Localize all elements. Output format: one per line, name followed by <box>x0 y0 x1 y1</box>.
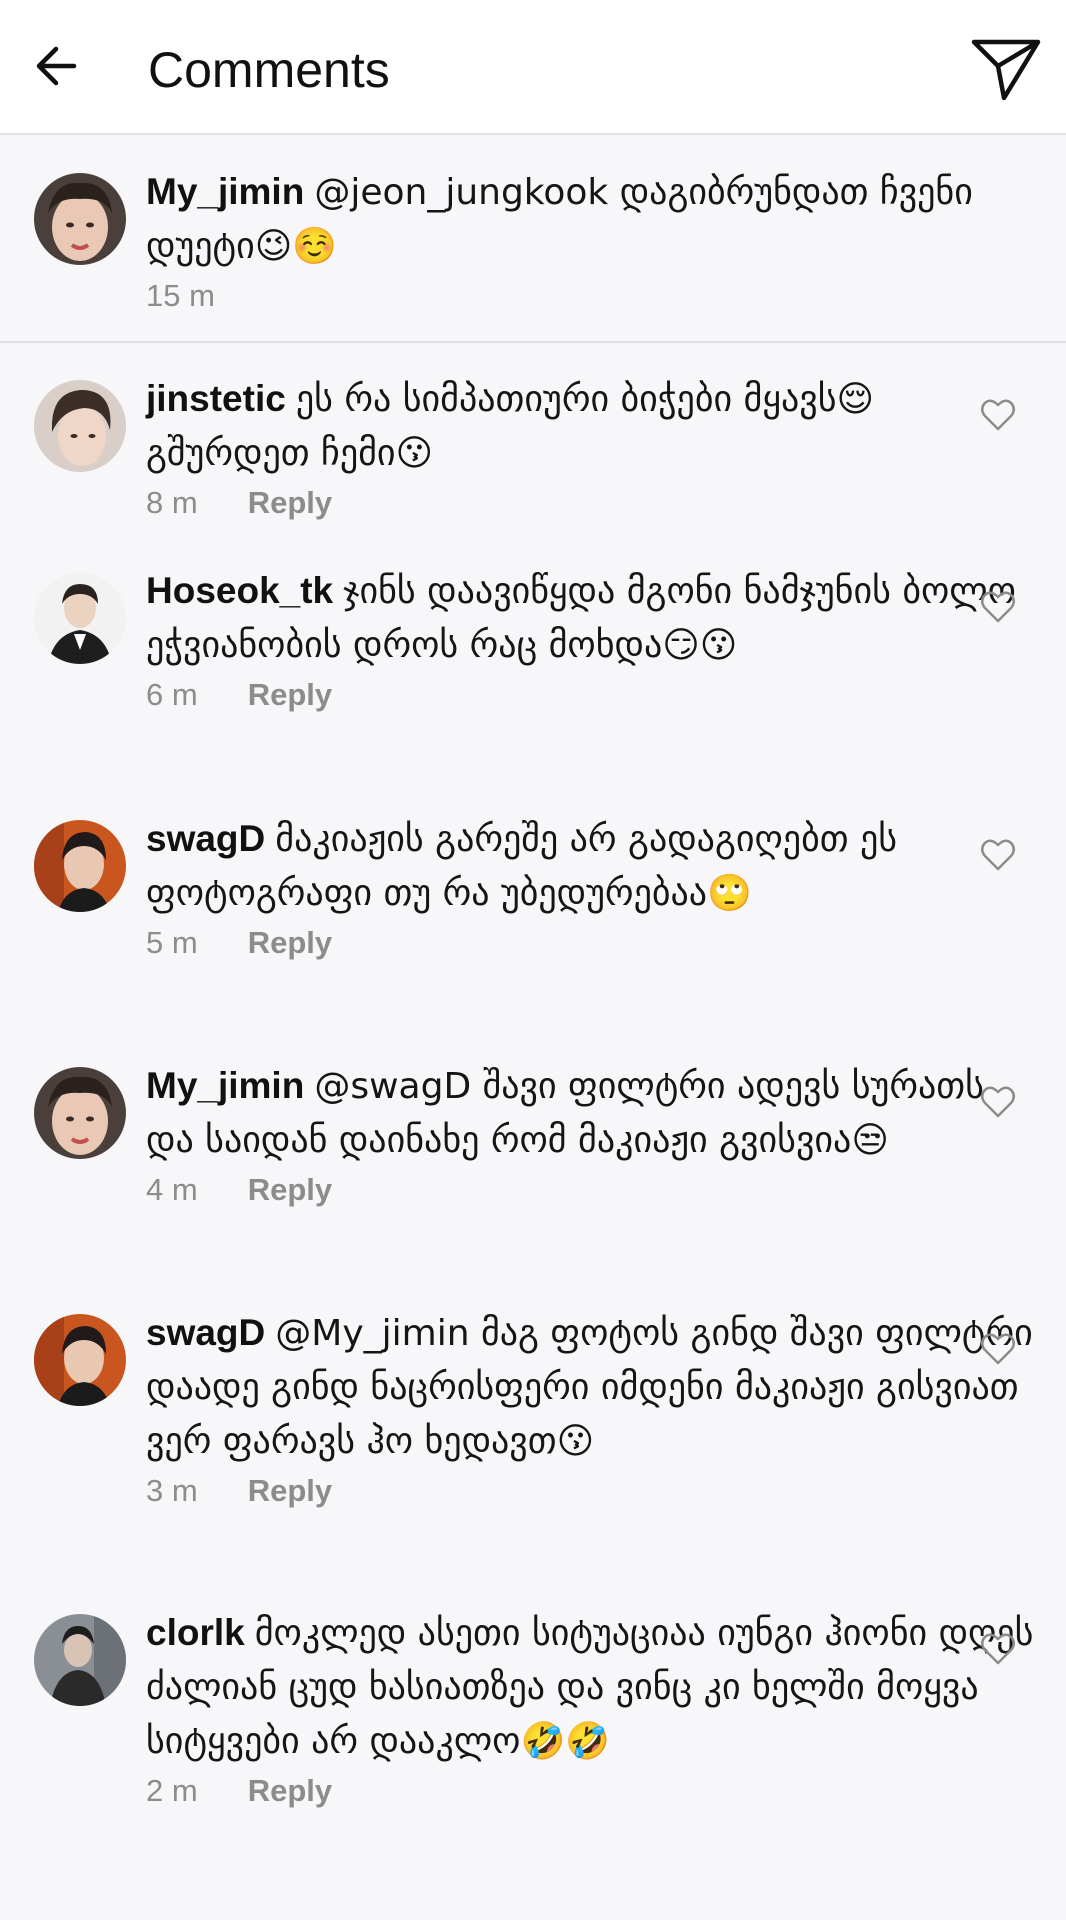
comment-time: 3 m <box>146 1473 198 1508</box>
heart-icon[interactable] <box>980 1332 1016 1366</box>
avatar[interactable] <box>34 1614 126 1706</box>
paper-plane-icon[interactable] <box>970 36 1042 102</box>
comment-body: Hoseok_tk ჯინს დაავიწყდა მგონი ნამჯუნის ბ… <box>146 564 1036 715</box>
reply-button[interactable]: Reply <box>248 1773 332 1808</box>
heart-icon[interactable] <box>980 1085 1016 1119</box>
reply-button[interactable]: Reply <box>248 677 332 712</box>
comment-time: 8 m <box>146 485 198 520</box>
reply-button[interactable]: Reply <box>248 485 332 520</box>
reply-button[interactable]: Reply <box>248 925 332 960</box>
avatar[interactable] <box>34 1067 126 1159</box>
comment-time: 6 m <box>146 677 198 712</box>
post-caption: My_jimin @jeon_jungkook დაგიბრუნდათ ჩვენი… <box>0 135 1066 343</box>
caption-time: 15 m <box>146 278 215 313</box>
comment-username[interactable]: Hoseok_tk <box>146 570 333 611</box>
caption-meta: 15 m <box>146 276 1046 316</box>
comment-body: swagD მაკიაჟის გარეშე არ გადაგიღებთ ეს ფო… <box>146 812 1036 963</box>
comment-time: 4 m <box>146 1172 198 1207</box>
comment-meta: 5 m Reply <box>146 923 1036 963</box>
comment-meta: 6 m Reply <box>146 675 1036 715</box>
heart-icon[interactable] <box>980 1632 1016 1666</box>
page-title: Comments <box>148 42 390 98</box>
comment-meta: 2 m Reply <box>146 1771 1036 1811</box>
comment-text: მოკლედ ასეთი სიტუაციაა იუნგი ჰიონი დღეს … <box>146 1613 1034 1762</box>
comment-body: clorlk მოკლედ ასეთი სიტუაციაა იუნგი ჰიონი… <box>146 1606 1036 1811</box>
reply-button[interactable]: Reply <box>248 1172 332 1207</box>
heart-icon[interactable] <box>980 838 1016 872</box>
comment-body: My_jimin @swagD შავი ფილტრი ადევს სურათს … <box>146 1059 1036 1210</box>
avatar[interactable] <box>34 173 126 265</box>
comment-meta: 4 m Reply <box>146 1170 1036 1210</box>
heart-icon[interactable] <box>980 398 1016 432</box>
comment-body: swagD @My_jimin მაგ ფოტოს გინდ შავი ფილტრ… <box>146 1306 1036 1511</box>
comment-meta: 8 m Reply <box>146 483 1036 523</box>
comment-meta: 3 m Reply <box>146 1471 1036 1511</box>
avatar[interactable] <box>34 572 126 664</box>
caption-body: My_jimin @jeon_jungkook დაგიბრუნდათ ჩვენი… <box>146 165 1046 316</box>
avatar[interactable] <box>34 820 126 912</box>
top-app-bar: Comments <box>0 0 1066 135</box>
comment-text: @My_jimin მაგ ფოტოს გინდ შავი ფილტრი დაა… <box>146 1313 1033 1462</box>
comment-username[interactable]: swagD <box>146 818 265 859</box>
comment-username[interactable]: jinstetic <box>146 378 286 419</box>
heart-icon[interactable] <box>980 590 1016 624</box>
comment-username[interactable]: clorlk <box>146 1612 245 1653</box>
comment-time: 5 m <box>146 925 198 960</box>
avatar[interactable] <box>34 1314 126 1406</box>
caption-username[interactable]: My_jimin <box>146 171 304 212</box>
comment-username[interactable]: My_jimin <box>146 1065 304 1106</box>
reply-button[interactable]: Reply <box>248 1473 332 1508</box>
comment-username[interactable]: swagD <box>146 1312 265 1353</box>
avatar[interactable] <box>34 380 126 472</box>
comment-time: 2 m <box>146 1773 198 1808</box>
comment-body: jinstetic ეს რა სიმპათიური ბიჭები მყავს😌 … <box>146 372 1036 523</box>
arrow-left-icon[interactable] <box>30 38 86 94</box>
